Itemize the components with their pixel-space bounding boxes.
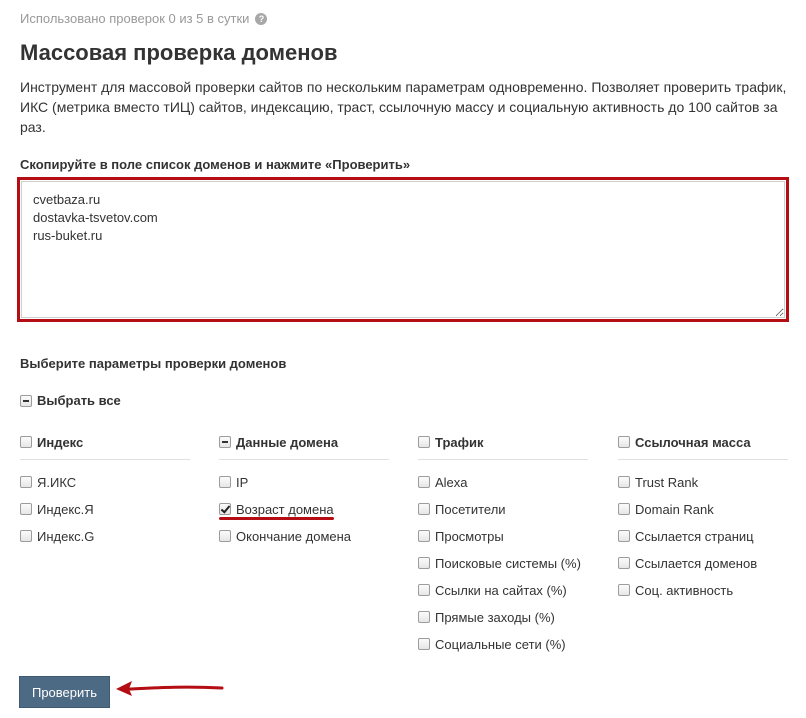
option-box[interactable] bbox=[20, 503, 32, 515]
option-label: Прямые заходы (%) bbox=[435, 609, 555, 625]
option-label: Trust Rank bbox=[635, 474, 699, 490]
option-checkbox[interactable]: IP bbox=[219, 473, 389, 491]
option-box[interactable] bbox=[219, 503, 231, 515]
group-link-mass-header[interactable]: Ссылочная масса bbox=[618, 433, 788, 451]
option-label: Окончание домена bbox=[236, 528, 352, 544]
option-checkbox[interactable]: Посетители bbox=[418, 500, 588, 518]
page-title: Массовая проверка доменов bbox=[20, 40, 338, 65]
option-label: Индекс.G bbox=[37, 528, 95, 544]
group-traffic-label: Трафик bbox=[435, 434, 484, 450]
option-checkbox[interactable]: Alexa bbox=[418, 473, 588, 491]
group-divider bbox=[618, 459, 788, 460]
option-box[interactable] bbox=[418, 503, 430, 515]
group-divider bbox=[20, 459, 190, 460]
option-box[interactable] bbox=[418, 611, 430, 623]
option-checkbox[interactable]: Социальные сети (%) bbox=[418, 635, 588, 653]
check-button[interactable]: Проверить bbox=[19, 676, 110, 708]
option-box[interactable] bbox=[219, 530, 231, 542]
option-box[interactable] bbox=[418, 584, 430, 596]
usage-counter: Использовано проверок 0 из 5 в сутки ? bbox=[20, 11, 268, 26]
params-label: Выберите параметры проверки доменов bbox=[20, 356, 287, 371]
option-label: Ссылки на сайтах (%) bbox=[435, 582, 567, 598]
group-link-mass-options: Trust Rank Domain Rank Ссылается страниц Сс… bbox=[618, 473, 788, 599]
option-checkbox[interactable]: Возраст домена bbox=[219, 500, 389, 518]
option-checkbox[interactable]: Индекс.G bbox=[20, 527, 190, 545]
option-label: Соц. активность bbox=[635, 582, 734, 598]
group-index: Индекс Я.ИКС Индекс.Я Индекс.G bbox=[20, 433, 190, 554]
group-index-options: Я.ИКС Индекс.Я Индекс.G bbox=[20, 473, 190, 545]
group-divider bbox=[219, 459, 389, 460]
option-label: Социальные сети (%) bbox=[435, 636, 566, 652]
option-checkbox[interactable]: Trust Rank bbox=[618, 473, 788, 491]
select-all-box[interactable] bbox=[20, 394, 32, 407]
option-checkbox[interactable]: Индекс.Я bbox=[20, 500, 190, 518]
option-label: Возраст домена bbox=[236, 501, 334, 517]
option-label: Domain Rank bbox=[635, 501, 714, 517]
option-box[interactable] bbox=[418, 476, 430, 488]
option-box[interactable] bbox=[20, 530, 32, 542]
option-checkbox[interactable]: Соц. активность bbox=[618, 581, 788, 599]
option-checkbox[interactable]: Ссылается доменов bbox=[618, 554, 788, 572]
group-domain-data-header[interactable]: Данные домена bbox=[219, 433, 389, 451]
option-label: Посетители bbox=[435, 501, 506, 517]
arrow-left-icon bbox=[116, 681, 224, 696]
option-box[interactable] bbox=[618, 503, 630, 515]
page-description: Инструмент для массовой проверки сайтов … bbox=[20, 79, 787, 135]
option-label: Просмотры bbox=[435, 528, 504, 544]
usage-text: Использовано проверок 0 из 5 в сутки bbox=[20, 11, 250, 26]
select-all-checkbox[interactable]: Выбрать все bbox=[20, 393, 121, 408]
group-traffic-header[interactable]: Трафик bbox=[418, 433, 588, 451]
option-box[interactable] bbox=[618, 476, 630, 488]
option-label: Alexa bbox=[435, 474, 468, 490]
option-checkbox[interactable]: Прямые заходы (%) bbox=[418, 608, 588, 626]
option-box[interactable] bbox=[618, 557, 630, 569]
option-label: Ссылается страниц bbox=[635, 528, 754, 544]
option-box[interactable] bbox=[418, 557, 430, 569]
option-label: Ссылается доменов bbox=[635, 555, 758, 571]
group-index-header[interactable]: Индекс bbox=[20, 433, 190, 451]
option-checkbox[interactable]: Я.ИКС bbox=[20, 473, 190, 491]
option-checkbox[interactable]: Ссылки на сайтах (%) bbox=[418, 581, 588, 599]
option-box[interactable] bbox=[418, 638, 430, 650]
option-checkbox[interactable]: Просмотры bbox=[418, 527, 588, 545]
group-domain-data-options: IP Возраст домена Окончание домена bbox=[219, 473, 389, 545]
option-checkbox[interactable]: Окончание домена bbox=[219, 527, 389, 545]
option-checkbox[interactable]: Domain Rank bbox=[618, 500, 788, 518]
group-domain-data-label: Данные домена bbox=[236, 434, 339, 450]
select-all-label: Выбрать все bbox=[37, 393, 121, 408]
option-label: Я.ИКС bbox=[37, 474, 77, 490]
option-label: IP bbox=[236, 474, 249, 490]
group-traffic-checkbox[interactable] bbox=[418, 436, 430, 448]
group-index-checkbox[interactable] bbox=[20, 436, 32, 448]
domains-label: Скопируйте в поле список доменов и нажми… bbox=[20, 157, 411, 172]
domains-highlight-frame bbox=[17, 177, 789, 322]
option-checkbox[interactable]: Поисковые системы (%) bbox=[418, 554, 588, 572]
option-box[interactable] bbox=[618, 584, 630, 596]
group-traffic: Трафик Alexa Посетители Просмотры Поисковые… bbox=[418, 433, 588, 662]
highlight-underline bbox=[219, 517, 334, 520]
option-box[interactable] bbox=[618, 530, 630, 542]
group-link-mass: Ссылочная масса Trust Rank Domain Rank Ссы… bbox=[618, 433, 788, 608]
group-link-mass-label: Ссылочная масса bbox=[635, 434, 751, 450]
option-checkbox[interactable]: Ссылается страниц bbox=[618, 527, 788, 545]
group-domain-data-checkbox[interactable] bbox=[219, 436, 231, 448]
option-box[interactable] bbox=[20, 476, 32, 488]
help-icon[interactable]: ? bbox=[255, 12, 268, 25]
domains-textarea[interactable] bbox=[21, 181, 785, 318]
group-index-label: Индекс bbox=[37, 434, 84, 450]
group-domain-data: Данные домена IP Возраст домена Окончание … bbox=[219, 433, 389, 554]
option-box[interactable] bbox=[418, 530, 430, 542]
group-divider bbox=[418, 459, 588, 460]
option-label: Поисковые системы (%) bbox=[435, 555, 581, 571]
group-link-mass-checkbox[interactable] bbox=[618, 436, 630, 448]
option-box[interactable] bbox=[219, 476, 231, 488]
option-label: Индекс.Я bbox=[37, 501, 94, 517]
group-traffic-options: Alexa Посетители Просмотры Поисковые систем… bbox=[418, 473, 588, 653]
